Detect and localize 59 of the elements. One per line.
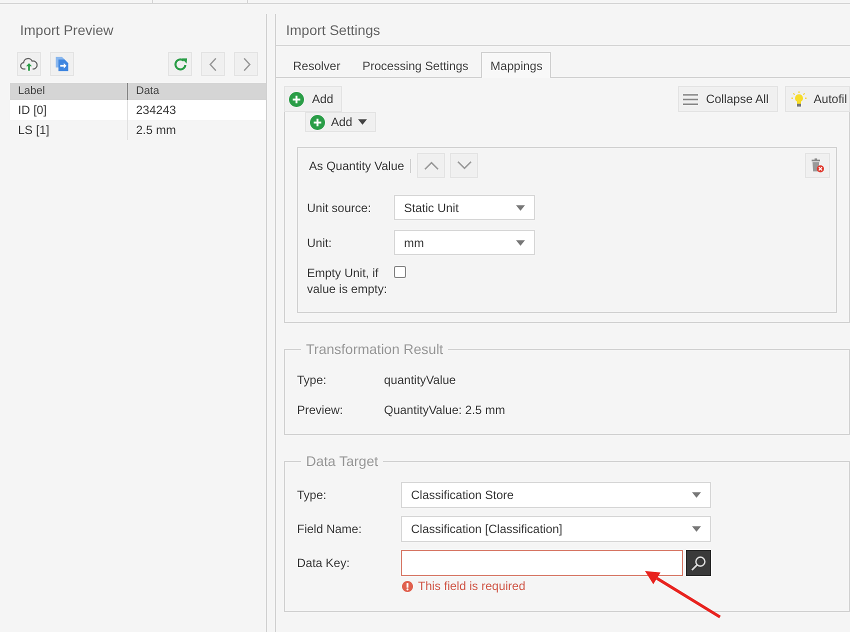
previous-button[interactable] [201, 52, 225, 76]
panel-title: Import Preview [20, 22, 114, 38]
delete-button[interactable] [805, 153, 830, 178]
autofill-button[interactable]: Autofil [784, 86, 850, 112]
table-cell: 234243 [128, 100, 266, 120]
operator-title: As Quantity Value [308, 158, 404, 172]
lightbulb-icon [790, 91, 808, 107]
collapse-all-button[interactable]: Collapse All [678, 86, 778, 112]
table-cell: LS [1] [10, 120, 128, 140]
column-header[interactable]: Data [128, 83, 266, 100]
plus-icon [310, 114, 325, 130]
text-field[interactable] [401, 550, 683, 576]
error-message: This field is required [418, 579, 526, 593]
field-label: Unit: [307, 235, 333, 251]
next-button[interactable] [234, 52, 258, 76]
table-cell: ID [0] [10, 100, 128, 120]
caret-icon [692, 526, 701, 532]
dropdown-field[interactable]: mm [394, 230, 535, 255]
search-button[interactable] [686, 550, 711, 576]
menu-icon [682, 92, 698, 106]
field-label: Field Name: [297, 521, 363, 538]
dropdown-field[interactable]: Classification [Classification] [401, 516, 711, 542]
add-dropdown-button[interactable]: Add [305, 112, 376, 132]
result-value: QuantityValue: 2.5 mm [384, 403, 506, 417]
group-legend: Data Target [301, 453, 384, 469]
checkbox[interactable] [394, 266, 406, 278]
plus-icon [289, 92, 304, 106]
field-label: Data Key: [297, 555, 351, 572]
result-label: Preview: [297, 403, 344, 417]
dropdown-field[interactable]: Static Unit [394, 195, 535, 220]
field-label: Empty Unit, if value is empty: [307, 265, 388, 297]
document-button[interactable] [50, 52, 74, 76]
tab[interactable]: Mappings [481, 52, 552, 78]
move-down-button[interactable] [450, 153, 478, 178]
move-up-button[interactable] [417, 153, 446, 178]
tab[interactable]: Processing Settings [353, 52, 478, 78]
caret-icon [692, 492, 701, 498]
panel-title: Import Settings [286, 22, 380, 38]
upload-button[interactable] [17, 52, 41, 76]
group-legend: Transformation Result [301, 341, 448, 357]
document-arrow-icon [53, 56, 71, 72]
refresh-icon [172, 56, 188, 72]
dropdown-field[interactable]: Classification Store [401, 482, 711, 508]
caret-icon [358, 119, 368, 125]
table-cell-text: 2.5 mm [135, 122, 178, 139]
field-label: Unit source: [307, 200, 372, 216]
tab[interactable]: Resolver [284, 52, 350, 78]
cloud-upload-icon [20, 56, 38, 72]
add-button[interactable]: Add [284, 86, 342, 112]
search-icon [691, 556, 706, 570]
column-header[interactable]: Label [10, 83, 128, 100]
error-icon [402, 580, 413, 592]
caret-icon [516, 240, 525, 246]
refresh-button[interactable] [168, 52, 192, 76]
field-label: Type: [297, 487, 328, 504]
caret-icon [516, 204, 525, 210]
result-label: Type: [297, 373, 328, 387]
result-value: quantityValue [384, 373, 456, 387]
trash-icon [810, 158, 825, 173]
